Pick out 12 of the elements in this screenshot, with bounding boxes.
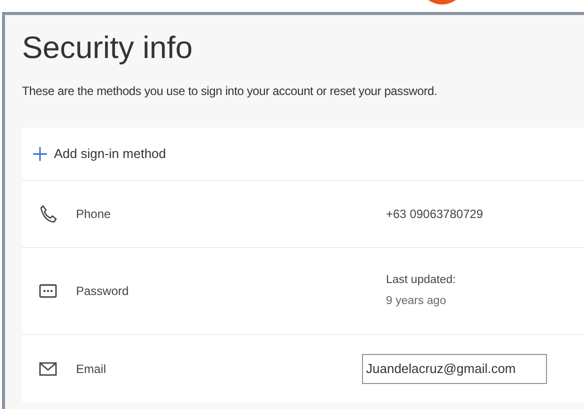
- annotation-mark: [428, 0, 456, 5]
- method-detail: 9 years ago: [386, 294, 448, 309]
- method-name: Phone: [76, 206, 112, 223]
- method-name: Password: [76, 283, 130, 300]
- plus-icon: [32, 146, 48, 162]
- page-title: Security info: [22, 29, 193, 67]
- method-value: Last updated:: [386, 272, 456, 288]
- phone-icon: [38, 204, 58, 224]
- email-field[interactable]: Juandelacruz@gmail.com: [362, 354, 547, 384]
- add-method-button[interactable]: Add sign-in method: [32, 144, 166, 164]
- page-description: These are the methods you use to sign into your account or reset your password.: [22, 83, 438, 99]
- method-value: +63 09063780729: [386, 207, 484, 221]
